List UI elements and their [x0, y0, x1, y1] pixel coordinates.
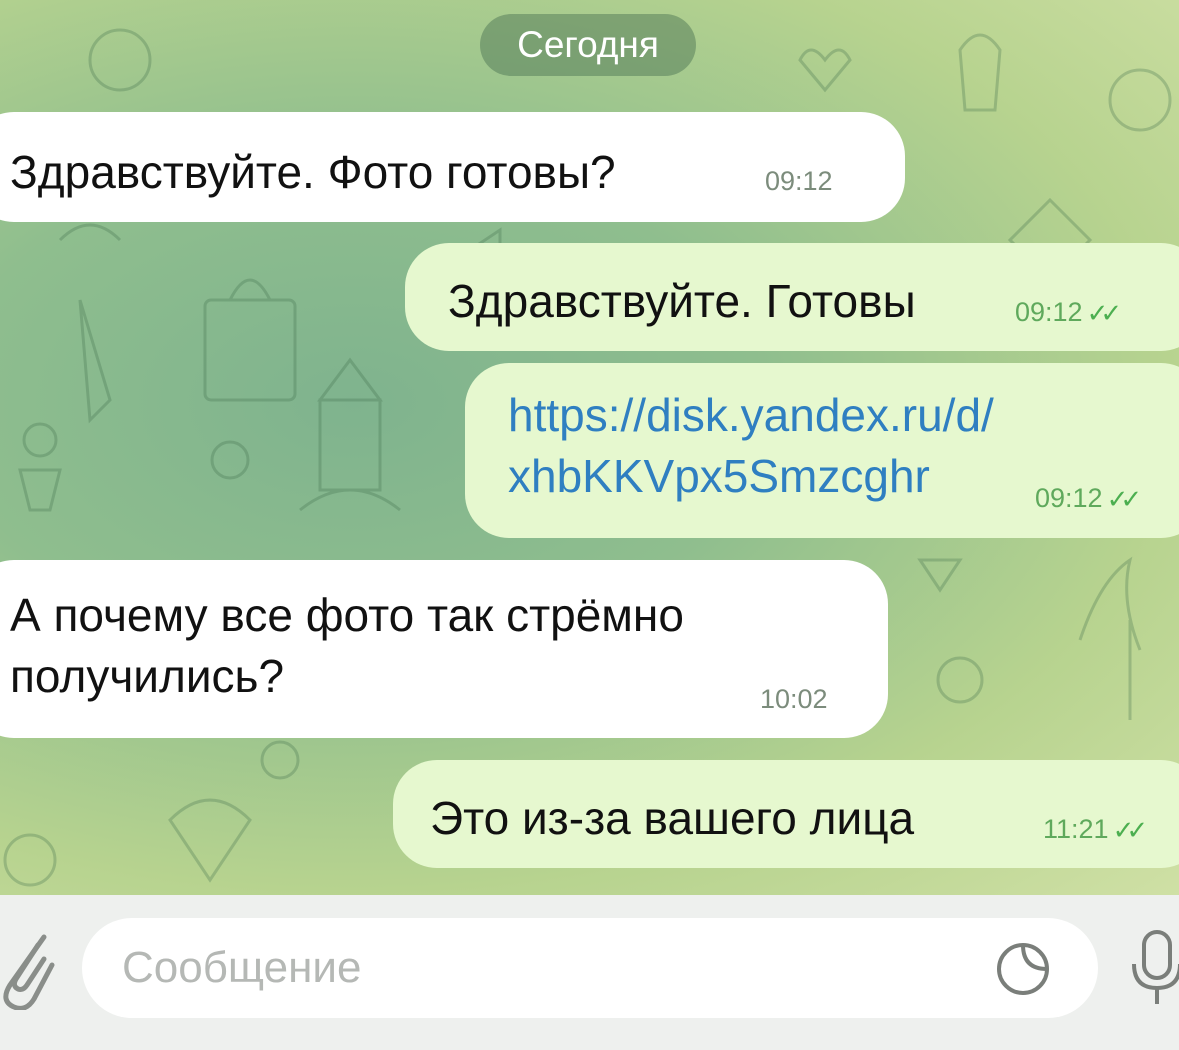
- double-check-icon: ✓✓: [1086, 297, 1122, 328]
- message-outgoing-link[interactable]: https://disk.yandex.ru/d/ xhbKKVpx5Smzcg…: [465, 363, 1179, 538]
- message-incoming[interactable]: А почему все фото так стрёмно получились…: [0, 560, 888, 738]
- message-incoming[interactable]: Здравствуйте. Фото готовы? 09:12: [0, 112, 905, 222]
- double-check-icon: ✓✓: [1106, 483, 1142, 514]
- message-time: 11:21 ✓✓: [1043, 812, 1148, 848]
- message-text: Здравствуйте. Готовы: [448, 275, 916, 327]
- message-time: 09:12 ✓✓: [1035, 481, 1142, 517]
- chat-background: Сегодня Здравствуйте. Фото готовы? 09:12…: [0, 0, 1179, 895]
- message-link-line-1[interactable]: https://disk.yandex.ru/d/: [508, 385, 1179, 446]
- message-text-line-2: получились?: [10, 650, 285, 703]
- double-check-icon: ✓✓: [1112, 814, 1148, 845]
- message-outgoing[interactable]: Это из-за вашего лица 11:21 ✓✓: [393, 760, 1179, 868]
- message-text-line-1: А почему все фото так стрёмно: [10, 589, 684, 641]
- message-text: Здравствуйте. Фото готовы?: [10, 146, 616, 198]
- message-time: 09:12: [765, 166, 833, 196]
- message-time: 10:02: [760, 684, 828, 714]
- message-time: 09:12 ✓✓: [1015, 295, 1122, 331]
- date-divider: Сегодня: [480, 14, 696, 76]
- message-outgoing[interactable]: Здравствуйте. Готовы 09:12 ✓✓: [405, 243, 1179, 351]
- message-input-placeholder: Сообщение: [122, 943, 362, 992]
- sticker-icon[interactable]: [994, 940, 1052, 998]
- microphone-icon[interactable]: [1130, 928, 1179, 1008]
- message-text: Это из-за вашего лица: [430, 792, 915, 844]
- attach-icon[interactable]: [0, 925, 60, 1011]
- message-input[interactable]: Сообщение: [82, 918, 1098, 1018]
